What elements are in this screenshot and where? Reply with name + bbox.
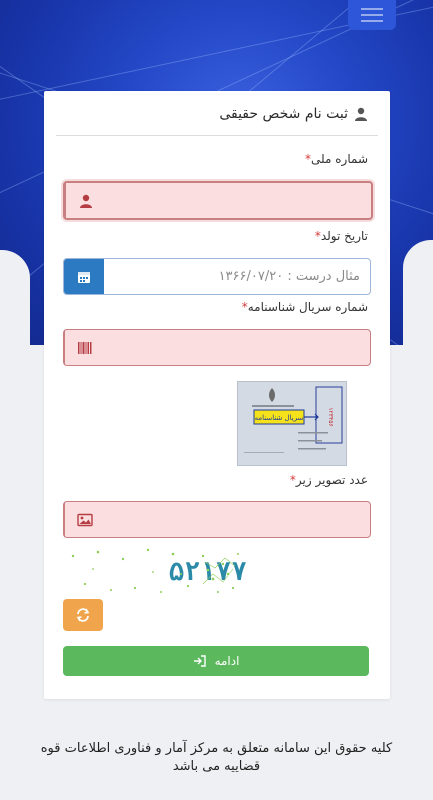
- calendar-icon: [78, 271, 90, 283]
- id-card-sample: ۱۲۳۴۵۶ سریال شناسنامه: [238, 382, 346, 465]
- card-header: ثبت نام شخص حقیقی: [219, 103, 368, 125]
- sign-in-icon: [193, 655, 206, 667]
- menu-button[interactable]: [348, 0, 396, 30]
- svg-text:۱۲۳۴۵۶: ۱۲۳۴۵۶: [327, 407, 334, 426]
- birth-date-input[interactable]: [104, 259, 370, 294]
- footer-copyright: کلیه حقوق این سامانه متعلق به مرکز آمار …: [40, 741, 393, 774]
- user-icon: [80, 194, 92, 208]
- captcha-field[interactable]: [63, 501, 371, 538]
- birth-date-field[interactable]: [63, 258, 371, 295]
- captcha-addon: [64, 502, 105, 537]
- captcha-image: ۵۲۱۷۷: [63, 544, 247, 599]
- image-icon: [77, 513, 93, 526]
- captcha-label: عدد تصویر زیر*: [289, 473, 368, 487]
- serial-hint-image: ۱۲۳۴۵۶ سریال شناسنامه: [237, 381, 347, 466]
- captcha-noise: [71, 548, 239, 593]
- national-code-addon: [65, 183, 106, 218]
- calendar-button[interactable]: [64, 259, 104, 294]
- national-code-label: شماره ملی*: [305, 152, 368, 166]
- serial-field[interactable]: [63, 329, 371, 366]
- menu-icon: [361, 8, 383, 10]
- card-title: ثبت نام شخص حقیقی: [219, 106, 348, 122]
- captcha-input[interactable]: [105, 502, 370, 537]
- header-divider: [56, 135, 378, 136]
- birth-date-label: تاریخ تولد*: [314, 229, 368, 243]
- national-code-field[interactable]: [63, 181, 373, 220]
- continue-label: ادامه: [214, 654, 240, 668]
- barcode-icon: [78, 341, 92, 354]
- banner-curve-right: [403, 240, 433, 360]
- national-code-input[interactable]: [106, 183, 371, 218]
- refresh-icon: [76, 608, 90, 622]
- user-icon: [355, 107, 367, 121]
- continue-button[interactable]: ادامه: [63, 646, 369, 676]
- registration-card: ثبت نام شخص حقیقی شماره ملی* تاریخ تولد*: [44, 91, 390, 699]
- serial-label: شماره سریال شناسنامه*: [241, 300, 368, 314]
- refresh-captcha-button[interactable]: [63, 599, 103, 631]
- serial-hint-text: سریال شناسنامه: [255, 414, 304, 422]
- banner-curve-left: [0, 250, 30, 360]
- serial-addon: [64, 330, 105, 365]
- serial-input[interactable]: [105, 330, 370, 365]
